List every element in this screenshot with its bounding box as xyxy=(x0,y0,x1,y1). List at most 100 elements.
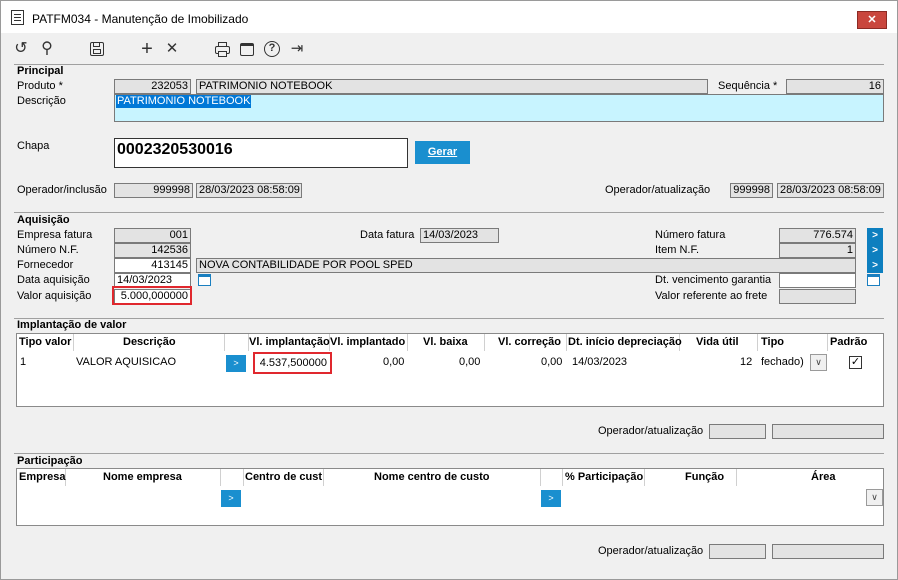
col-header-nome-centro-custo[interactable]: Nome centro de custo xyxy=(374,471,490,483)
col-header-vida-util[interactable]: Vida útil xyxy=(696,336,739,348)
col-header-funcao[interactable]: Função xyxy=(685,471,724,483)
col-separator xyxy=(562,469,563,486)
valor-frete-field[interactable] xyxy=(779,289,856,304)
cell-vl-correcao[interactable]: 0,00 xyxy=(541,356,562,368)
col-separator xyxy=(827,334,828,351)
help-icon[interactable]: ? xyxy=(262,39,282,59)
sequencia-field[interactable]: 16 xyxy=(786,79,884,94)
valor-aquisicao-label: Valor aquisição xyxy=(17,290,92,302)
numero-fatura-label: Número fatura xyxy=(655,229,726,241)
col-header-padrao[interactable]: Padrão xyxy=(830,336,867,348)
cell-tipo-valor[interactable]: 1 xyxy=(20,356,26,368)
col-separator xyxy=(73,334,74,351)
chapa-label: Chapa xyxy=(17,140,50,152)
empresa-fatura-label: Empresa fatura xyxy=(17,229,93,241)
cell-vl-baixa[interactable]: 0,00 xyxy=(459,356,480,368)
descricao-lookup-button[interactable]: > xyxy=(226,355,246,372)
gerar-button[interactable]: Gerar xyxy=(415,141,470,164)
empresa-lookup-button[interactable]: > xyxy=(221,490,241,507)
add-icon[interactable]: + xyxy=(137,39,157,59)
print-icon[interactable] xyxy=(212,39,232,59)
implantacao-operador-id xyxy=(709,424,766,439)
item-nf-field[interactable]: 1 xyxy=(779,243,856,258)
col-separator xyxy=(736,469,737,486)
col-separator xyxy=(323,469,324,486)
item-nf-lookup-button[interactable]: > xyxy=(867,243,883,258)
col-header-nome-empresa[interactable]: Nome empresa xyxy=(103,471,182,483)
numero-nf-field[interactable]: 142536 xyxy=(114,243,191,258)
col-header-vl-correcao[interactable]: Vl. correção xyxy=(498,336,561,348)
numero-fatura-field[interactable]: 776.574 xyxy=(779,228,856,243)
col-separator xyxy=(644,469,645,486)
cell-vl-implantado[interactable]: 0,00 xyxy=(383,356,404,368)
chevron-down-icon: ∨ xyxy=(871,492,878,502)
participacao-operador-label: Operador/atualização xyxy=(598,545,704,557)
dt-venc-garantia-field[interactable] xyxy=(779,273,856,288)
operador-atualizacao-date: 28/03/2023 08:58:09 xyxy=(777,183,884,198)
close-icon[interactable]: ✕ xyxy=(867,14,876,26)
search-icon[interactable]: ⚲ xyxy=(37,39,57,59)
cell-vida-util[interactable]: 12 xyxy=(740,356,752,368)
empresa-fatura-field[interactable]: 001 xyxy=(114,228,191,243)
section-aquisicao: Aquisição xyxy=(17,214,70,226)
implantacao-operador-date xyxy=(772,424,884,439)
descricao-textarea[interactable]: PATRIMONIO NOTEBOOK xyxy=(114,94,884,122)
chevron-down-icon: ∨ xyxy=(815,357,822,367)
col-header-dt-inicio[interactable]: Dt. início depreciação xyxy=(568,336,682,348)
col-header-tipo[interactable]: Tipo xyxy=(761,336,784,348)
chapa-field[interactable]: 0002320530016 xyxy=(114,138,408,168)
cell-vl-implantacao[interactable]: 4.537,500000 xyxy=(253,352,332,374)
section-divider xyxy=(14,318,884,319)
numero-fatura-lookup-button[interactable]: > xyxy=(867,228,883,243)
col-separator xyxy=(484,334,485,351)
section-divider xyxy=(14,453,884,454)
col-header-descricao[interactable]: Descrição xyxy=(123,336,176,348)
title-bar: PATFM034 - Manutenção de Imobilizado ✕ xyxy=(1,1,897,33)
cell-descricao[interactable]: VALOR AQUISICAO xyxy=(76,356,176,368)
chevron-right-icon: > xyxy=(872,260,878,271)
col-header-vl-implantacao[interactable]: Vl. implantação xyxy=(249,336,330,348)
participacao-grid: Empresa Nome empresa Centro de custo Nom… xyxy=(16,468,884,526)
col-header-empresa[interactable]: Empresa xyxy=(19,471,65,483)
col-header-area[interactable]: Área xyxy=(811,471,835,483)
padrao-checkbox[interactable]: ✓ xyxy=(849,356,862,369)
data-fatura-label: Data fatura xyxy=(360,229,415,241)
delete-icon[interactable]: ✕ xyxy=(162,39,182,59)
undo-icon[interactable]: ↺ xyxy=(11,39,31,59)
centro-custo-lookup-button[interactable]: > xyxy=(541,490,561,507)
exit-icon[interactable]: ⇥ xyxy=(287,39,307,59)
col-separator xyxy=(757,334,758,351)
data-aquisicao-calendar-icon[interactable] xyxy=(198,274,211,286)
produto-code-field[interactable]: 232053 xyxy=(114,79,191,94)
data-fatura-field[interactable]: 14/03/2023 xyxy=(420,228,499,243)
valor-frete-label: Valor referente ao frete xyxy=(655,290,768,302)
check-icon: ✓ xyxy=(850,356,861,368)
tipo-dropdown-button[interactable]: ∨ xyxy=(810,354,827,371)
col-header-vl-baixa[interactable]: Vl. baixa xyxy=(423,336,468,348)
col-separator xyxy=(566,334,567,351)
col-header-tipo-valor[interactable]: Tipo valor xyxy=(19,336,71,348)
col-header-centro-custo[interactable]: Centro de custo xyxy=(245,471,322,483)
col-separator xyxy=(224,334,225,351)
calendar-icon[interactable] xyxy=(237,39,257,59)
operador-inclusao-id: 999998 xyxy=(114,183,193,198)
cell-dt-inicio[interactable]: 14/03/2023 xyxy=(572,356,627,368)
chapa-value: 0002320530016 xyxy=(117,141,233,158)
save-icon[interactable] xyxy=(87,39,107,59)
operador-inclusao-date: 28/03/2023 08:58:09 xyxy=(196,183,302,198)
close-button[interactable]: ✕ xyxy=(857,11,887,29)
col-header-vl-implantado[interactable]: Vl. implantado xyxy=(330,336,405,348)
implantacao-grid: Tipo valor Descrição Vl. implantação Vl.… xyxy=(16,333,884,407)
col-separator xyxy=(220,469,221,486)
cell-tipo[interactable]: fechado) xyxy=(761,356,804,368)
col-header-participacao[interactable]: % Participação xyxy=(565,471,643,483)
chevron-right-icon: > xyxy=(872,245,878,256)
fornecedor-code-field[interactable]: 413145 xyxy=(114,258,191,273)
sequencia-label: Sequência * xyxy=(718,80,778,92)
area-dropdown-button[interactable]: ∨ xyxy=(866,489,883,506)
item-nf-label: Item N.F. xyxy=(655,244,700,256)
section-principal: Principal xyxy=(17,65,64,77)
dt-venc-garantia-calendar-icon[interactable] xyxy=(867,274,880,286)
section-implantacao: Implantação de valor xyxy=(17,319,127,331)
fornecedor-lookup-button[interactable]: > xyxy=(867,258,883,273)
